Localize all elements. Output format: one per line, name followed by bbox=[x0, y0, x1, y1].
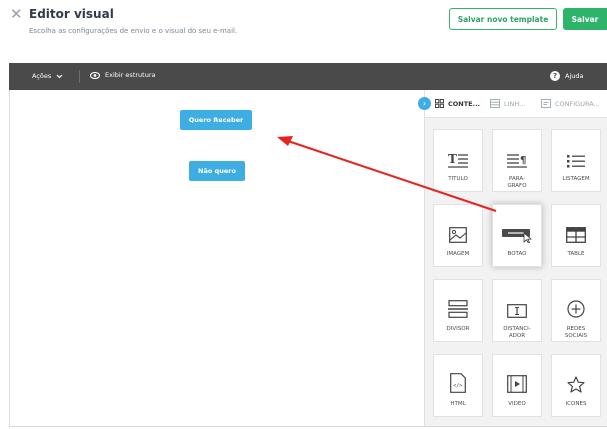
tab-configuracoes[interactable]: CONFIGURA... bbox=[541, 90, 600, 117]
tab-linhas[interactable]: LINH... bbox=[490, 90, 525, 117]
bottom-border bbox=[9, 426, 607, 427]
save-new-template-button[interactable]: Salvar novo template bbox=[449, 8, 557, 30]
settings-icon bbox=[541, 99, 551, 108]
svg-text:</>: </> bbox=[453, 383, 462, 389]
tile-redes-sociais-label: REDES SOCIAIS bbox=[564, 326, 588, 339]
rows-icon bbox=[490, 99, 500, 108]
tile-botao[interactable]: BOTAO bbox=[492, 204, 542, 267]
eye-icon bbox=[90, 71, 100, 79]
editor-toolbar: Ações Exibir estrutura ? Ajuda bbox=[9, 63, 607, 90]
panel-tabs: › CONTE... LINH... CONFIGURA... bbox=[418, 90, 607, 118]
show-structure-toggle[interactable]: Exibir estrutura bbox=[90, 71, 155, 79]
svg-text:¶: ¶ bbox=[520, 155, 526, 166]
star-icon bbox=[567, 363, 585, 393]
show-structure-label: Exibir estrutura bbox=[105, 71, 156, 79]
video-icon bbox=[507, 363, 527, 393]
help-button[interactable]: ? Ajuda bbox=[550, 71, 583, 81]
tile-titulo-label: TITULO bbox=[448, 176, 468, 182]
email-canvas[interactable]: Quero Receber Não quero bbox=[9, 90, 425, 427]
tile-redes-sociais[interactable]: REDES SOCIAIS bbox=[551, 279, 601, 342]
tile-icones-label: ICONES bbox=[565, 401, 587, 407]
divider-icon bbox=[448, 288, 468, 318]
tab-configuracoes-label: CONFIGURA... bbox=[555, 99, 600, 108]
tile-divisor[interactable]: DIVISOR bbox=[433, 279, 483, 342]
canvas-button-nao-quero[interactable]: Não quero bbox=[189, 161, 245, 181]
tile-distanciador[interactable]: DISTANCI- ADOR bbox=[492, 279, 542, 342]
tile-video-label: VIDEO bbox=[508, 401, 526, 407]
tile-html[interactable]: </> HTML bbox=[433, 354, 483, 417]
button-icon bbox=[502, 213, 532, 243]
paragraph-icon: ¶ bbox=[507, 138, 527, 168]
tile-titulo[interactable]: T TITULO bbox=[433, 129, 483, 192]
panel-toggle-chevron-icon[interactable]: › bbox=[418, 97, 431, 110]
save-button[interactable]: Salvar bbox=[563, 8, 607, 30]
tile-imagem-label: IMAGEM bbox=[446, 251, 470, 257]
html-icon: </> bbox=[450, 363, 466, 393]
tile-html-label: HTML bbox=[450, 401, 466, 407]
close-icon[interactable]: ✕ bbox=[10, 7, 23, 22]
spacer-icon bbox=[507, 288, 527, 318]
tab-conteudo-label: CONTE... bbox=[448, 99, 481, 108]
actions-menu[interactable]: Ações bbox=[32, 72, 63, 80]
tile-listagem[interactable]: LISTAGEM bbox=[551, 129, 601, 192]
tile-imagem[interactable]: IMAGEM bbox=[433, 204, 483, 267]
content-panel: › CONTE... LINH... CONFIGURA... T TITULO… bbox=[418, 90, 607, 427]
help-label: Ajuda bbox=[565, 72, 584, 80]
canvas-button-quero-receber[interactable]: Quero Receber bbox=[180, 110, 252, 130]
page-title: Editor visual bbox=[29, 7, 114, 21]
tile-table-label: TABLE bbox=[567, 251, 585, 257]
toolbar-divider bbox=[79, 70, 80, 83]
tile-video[interactable]: VIDEO bbox=[492, 354, 542, 417]
page-subtitle: Escolha as configurações de envio e o vi… bbox=[29, 27, 238, 35]
social-icon bbox=[567, 288, 585, 318]
actions-label: Ações bbox=[32, 72, 52, 80]
help-icon: ? bbox=[550, 71, 560, 81]
tile-paragrafo[interactable]: ¶ PARA- GRAFO bbox=[492, 129, 542, 192]
list-icon bbox=[567, 138, 585, 168]
tile-listagem-label: LISTAGEM bbox=[562, 176, 590, 182]
header: ✕ Editor visual Escolha as configurações… bbox=[0, 0, 607, 58]
chevron-down-icon bbox=[56, 74, 63, 78]
tile-divisor-label: DIVISOR bbox=[446, 326, 470, 332]
tile-icones[interactable]: ICONES bbox=[551, 354, 601, 417]
svg-text:T: T bbox=[448, 152, 457, 166]
tile-distanciador-label: DISTANCI- ADOR bbox=[503, 326, 531, 339]
image-icon bbox=[449, 213, 467, 243]
tab-linhas-label: LINH... bbox=[504, 99, 526, 108]
tile-botao-label: BOTAO bbox=[507, 251, 527, 257]
tile-paragrafo-label: PARA- GRAFO bbox=[507, 176, 527, 189]
tile-table[interactable]: TABLE bbox=[551, 204, 601, 267]
grid-icon bbox=[435, 99, 444, 108]
tab-conteudo[interactable]: CONTE... bbox=[435, 90, 480, 117]
title-icon: T bbox=[448, 138, 468, 168]
table-icon bbox=[566, 213, 586, 243]
